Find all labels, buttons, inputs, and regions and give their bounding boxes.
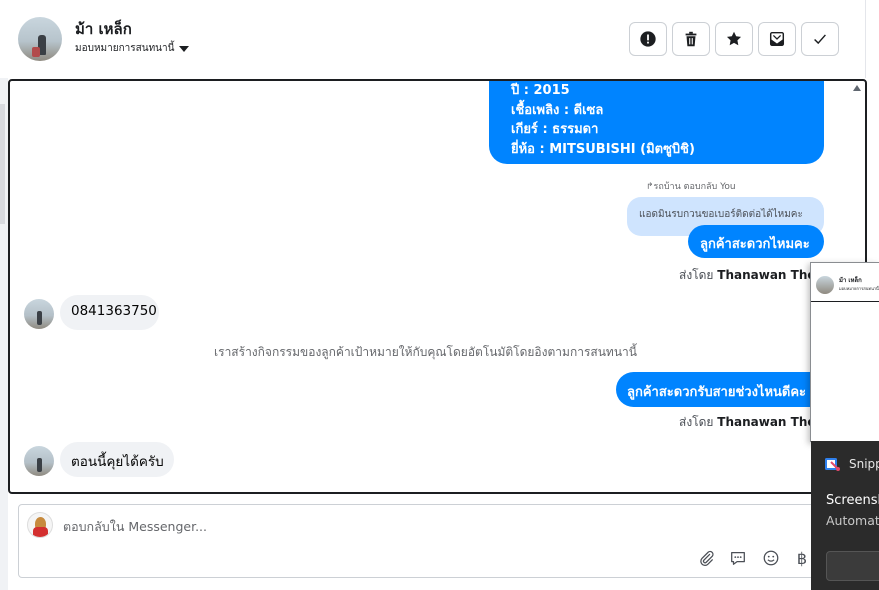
- left-panel-edge: [0, 78, 8, 590]
- reply-composer: ฿: [18, 504, 818, 578]
- thumbnail-divider: [811, 301, 879, 302]
- customer-avatar[interactable]: [24, 299, 54, 329]
- caret-down-icon: [179, 45, 190, 52]
- agent-message-bubble: ลูกค้าสะดวกรับสายช่วงไหนดีคะ: [616, 372, 836, 407]
- smiley-icon: [763, 550, 779, 566]
- attach-button[interactable]: [696, 548, 716, 568]
- vehicle-info-line: เชื้อเพลิง : ดีเซล: [511, 102, 604, 118]
- page-avatar: [27, 512, 53, 538]
- mark-unread-button[interactable]: [758, 22, 796, 56]
- thumbnail-avatar: [816, 276, 834, 294]
- notification-title: Screensh: [826, 493, 879, 508]
- snipping-tool-notification[interactable]: Snipp Screensh Automat: [811, 441, 879, 590]
- customer-message-bubble: ตอนนี้คุยได้ครับ: [60, 442, 174, 477]
- assign-conversation-dropdown[interactable]: มอบหมายการสนทนานี้: [75, 41, 190, 56]
- contact-name[interactable]: ม้า เหล็ก: [75, 17, 132, 41]
- saved-replies-button[interactable]: [728, 548, 748, 568]
- agent-message-bubble: ลูกค้าสะดวกไหมคะ: [688, 225, 824, 258]
- customer-avatar[interactable]: [24, 446, 54, 476]
- vehicle-info-bubble: ปี : 2015 เชื้อเพลิง : ดีเซล เกียร์ : ธร…: [489, 81, 824, 164]
- contact-avatar[interactable]: [18, 17, 62, 61]
- report-button[interactable]: [629, 22, 667, 56]
- thumbnail-contact-name: ม้า เหล็ก: [839, 277, 862, 284]
- thumbnail-assign-label: มอบหมายการสนทนานี้: [839, 286, 879, 291]
- exclamation-circle-icon: [640, 31, 656, 47]
- notification-subtitle: Automat: [826, 513, 879, 528]
- delete-button[interactable]: [672, 22, 710, 56]
- chat-bubble-icon: [731, 551, 745, 565]
- sent-by-prefix: ส่งโดย: [679, 268, 714, 282]
- baht-icon: ฿: [796, 548, 808, 568]
- scroll-up-arrow-icon[interactable]: [853, 85, 861, 91]
- reply-input[interactable]: [63, 519, 683, 534]
- trash-icon: [685, 31, 697, 47]
- reply-reference-label: ↱รถบ้าน ตอบกลับ You: [646, 182, 736, 192]
- envelope-icon: [769, 31, 785, 47]
- notification-app-name: Snipp: [849, 457, 879, 471]
- assign-label: มอบหมายการสนทนานี้: [75, 43, 175, 54]
- vehicle-info-line: ปี : 2015: [511, 83, 570, 98]
- sent-by-label: ส่งโดย Thanawan Thon: [679, 413, 824, 432]
- system-activity-note: เราสร้างกิจกรรมของลูกค้าเป้าหมายให้กับคุ…: [214, 345, 637, 359]
- emoji-button[interactable]: [761, 548, 781, 568]
- left-scrollbar-thumb[interactable]: [0, 104, 5, 224]
- paperclip-icon: [700, 550, 714, 567]
- snipping-tool-icon: [825, 458, 840, 471]
- sent-by-label: ส่งโดย Thanawan Thon: [679, 266, 824, 285]
- screenshot-thumbnail[interactable]: ม้า เหล็ก มอบหมายการสนทนานี้: [810, 262, 879, 442]
- agent-name: Thanawan Thon: [717, 415, 825, 429]
- payment-button[interactable]: ฿: [792, 548, 812, 568]
- vehicle-info-line: เกียร์ : ธรรมดา: [511, 122, 599, 137]
- message-thread[interactable]: ปี : 2015 เชื้อเพลิง : ดีเซล เกียร์ : ธร…: [8, 79, 867, 494]
- done-button[interactable]: [801, 22, 839, 56]
- conversation-header: ม้า เหล็ก มอบหมายการสนทนานี้: [0, 0, 866, 78]
- customer-phone-bubble: 0841363750: [60, 295, 159, 330]
- star-button[interactable]: [715, 22, 753, 56]
- checkmark-icon: [814, 34, 826, 45]
- sent-by-prefix: ส่งโดย: [679, 415, 714, 429]
- notification-action-button[interactable]: [826, 551, 879, 581]
- vehicle-info-line: ยี่ห้อ : MITSUBISHI (มิตซูบิชิ): [511, 141, 695, 157]
- star-icon: [726, 31, 742, 46]
- agent-name: Thanawan Thon: [717, 268, 825, 282]
